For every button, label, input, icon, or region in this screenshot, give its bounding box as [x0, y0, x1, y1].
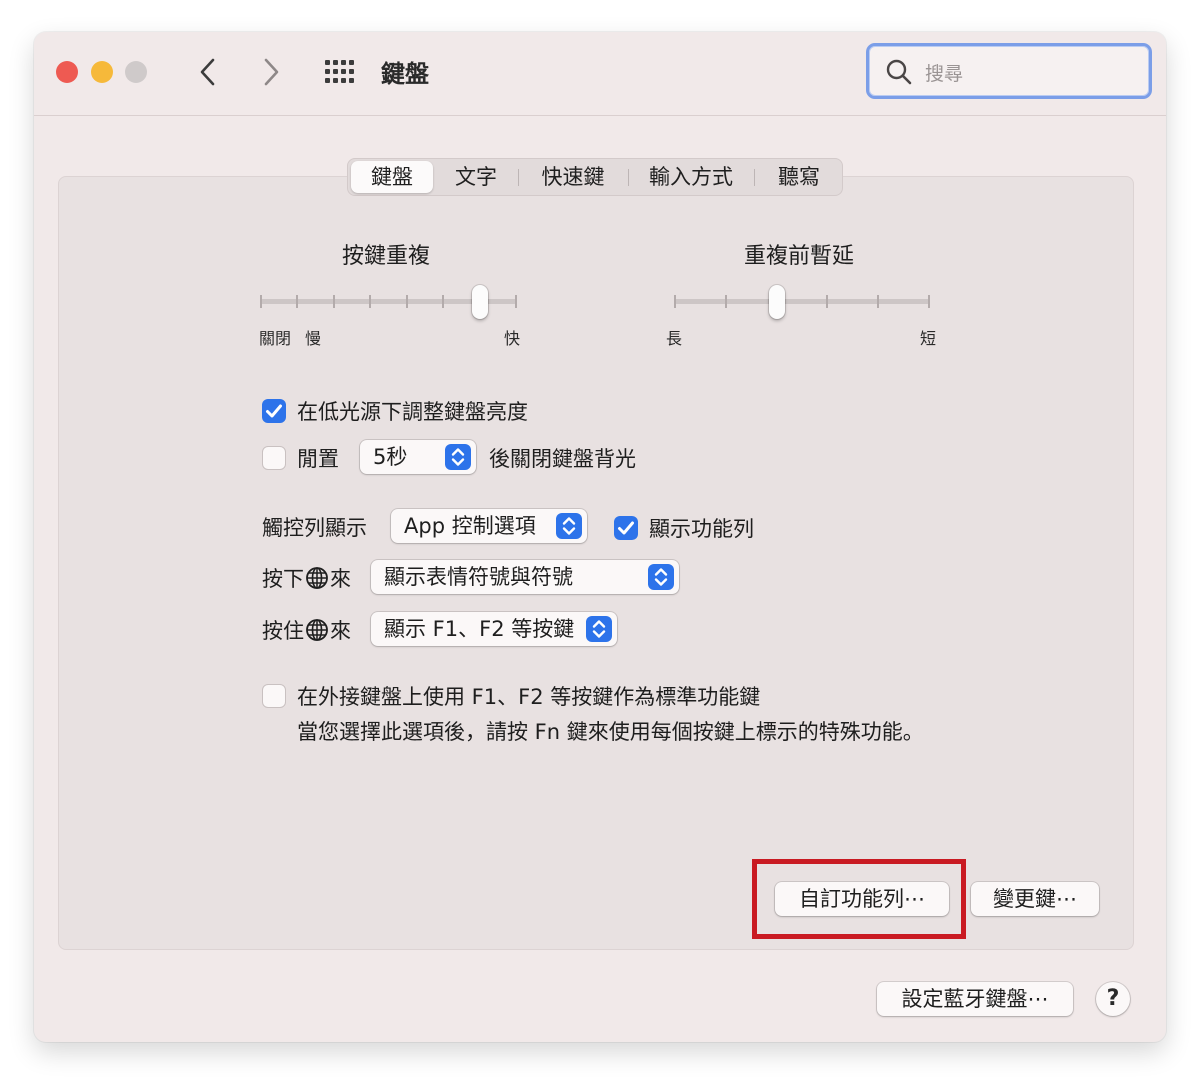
slider-tick — [442, 295, 445, 308]
tab-bar: 鍵盤 文字 快速鍵 輸入方式 聽寫 — [347, 158, 843, 196]
tab-text[interactable]: 文字 — [438, 159, 514, 195]
slider-tick — [674, 295, 676, 308]
tab-shortcuts[interactable]: 快速鍵 — [522, 159, 624, 195]
show-control-strip-checkbox[interactable] — [614, 516, 638, 540]
press-globe-value: 顯示表情符號與符號 — [384, 565, 573, 589]
search-icon — [886, 59, 912, 85]
repeat-delay-short-label: 短 — [920, 329, 937, 348]
key-repeat-off-label: 關閉 — [259, 329, 292, 348]
system-preferences-window: 鍵盤 搜尋 鍵盤 文字 快速鍵 輸入方式 聽寫 按鍵重複 關閉 慢 快 重複前暫… — [34, 32, 1166, 1042]
search-field[interactable]: 搜尋 — [866, 43, 1152, 99]
minimize-button[interactable] — [91, 61, 113, 83]
slider-tick — [296, 295, 299, 308]
setup-bluetooth-keyboard-button[interactable]: 設定藍牙鍵盤⋯ — [877, 982, 1073, 1016]
show-control-strip-label: 顯示功能列 — [649, 517, 754, 541]
tab-dictation[interactable]: 聽寫 — [758, 159, 840, 195]
show-all-grid-icon[interactable] — [324, 58, 358, 86]
updown-arrows-icon — [648, 564, 674, 590]
touchbar-value: App 控制選項 — [404, 514, 536, 538]
adjust-brightness-checkbox[interactable] — [262, 399, 286, 423]
touchbar-popup[interactable]: App 控制選項 — [391, 509, 587, 543]
idle-backlight-checkbox[interactable] — [262, 446, 286, 470]
close-button[interactable] — [56, 61, 78, 83]
hold-globe-suffix: 來 — [330, 619, 351, 643]
slider-tick — [928, 295, 930, 308]
hold-globe-value: 顯示 F1、F2 等按鍵 — [384, 617, 575, 641]
window-title: 鍵盤 — [381, 60, 429, 88]
updown-arrows-icon — [445, 444, 471, 470]
modifier-keys-button[interactable]: 變更鍵⋯ — [971, 882, 1099, 916]
tab-input-sources[interactable]: 輸入方式 — [632, 159, 750, 195]
hold-globe-prefix: 按住 — [262, 619, 304, 643]
idle-duration-popup[interactable]: 5秒 — [360, 440, 476, 474]
press-globe-label: 按下 來 — [262, 563, 351, 593]
back-button[interactable] — [190, 52, 226, 92]
chevron-right-icon — [264, 58, 279, 86]
titlebar: 鍵盤 搜尋 — [34, 32, 1166, 116]
tab-separator — [628, 169, 629, 186]
hold-globe-label: 按住 來 — [262, 615, 351, 645]
fn-keys-label: 在外接鍵盤上使用 F1、F2 等按鍵作為標準功能鍵 — [297, 685, 761, 709]
touchbar-label: 觸控列顯示 — [262, 516, 367, 540]
tab-separator — [754, 169, 755, 186]
zoom-button[interactable] — [125, 61, 147, 83]
updown-arrows-icon — [556, 513, 582, 539]
key-repeat-slow-label: 慢 — [305, 329, 322, 348]
globe-icon — [306, 567, 328, 589]
slider-tick — [826, 295, 829, 308]
slider-tick — [332, 295, 335, 308]
slider-tick — [724, 295, 727, 308]
press-globe-prefix: 按下 — [262, 567, 304, 591]
slider-tick — [260, 295, 262, 308]
fn-keys-description: 當您選擇此選項後，請按 Fn 鍵來使用每個按鍵上標示的特殊功能。 — [297, 720, 924, 744]
key-repeat-fast-label: 快 — [504, 329, 521, 348]
globe-icon — [306, 619, 328, 641]
forward-button[interactable] — [253, 52, 289, 92]
checkmark-icon — [266, 404, 282, 418]
repeat-delay-title: 重複前暫延 — [744, 244, 855, 269]
slider-track — [674, 299, 930, 304]
slider-tick — [405, 295, 408, 308]
press-globe-suffix: 來 — [330, 567, 351, 591]
chevron-left-icon — [200, 58, 215, 86]
fn-keys-checkbox[interactable] — [262, 684, 286, 708]
key-repeat-title: 按鍵重複 — [342, 244, 431, 269]
repeat-delay-long-label: 長 — [666, 329, 683, 348]
adjust-brightness-label: 在低光源下調整鍵盤亮度 — [297, 400, 528, 424]
slider-knob[interactable] — [768, 285, 785, 319]
press-globe-popup[interactable]: 顯示表情符號與符號 — [371, 560, 679, 594]
hold-globe-popup[interactable]: 顯示 F1、F2 等按鍵 — [371, 612, 617, 646]
help-button[interactable]: ? — [1096, 982, 1130, 1016]
slider-tick — [369, 295, 372, 308]
updown-arrows-icon — [586, 616, 612, 642]
checkmark-icon — [618, 521, 634, 535]
search-placeholder: 搜尋 — [925, 63, 964, 85]
tab-keyboard[interactable]: 鍵盤 — [351, 161, 433, 193]
highlight-annotation-box — [752, 859, 966, 939]
slider-tick — [515, 295, 517, 308]
idle-duration-value: 5秒 — [373, 445, 408, 469]
idle-suffix-label: 後關閉鍵盤背光 — [489, 447, 636, 471]
slider-tick — [877, 295, 880, 308]
slider-knob[interactable] — [471, 285, 488, 319]
idle-label: 閒置 — [297, 447, 339, 471]
tab-separator — [518, 169, 519, 186]
